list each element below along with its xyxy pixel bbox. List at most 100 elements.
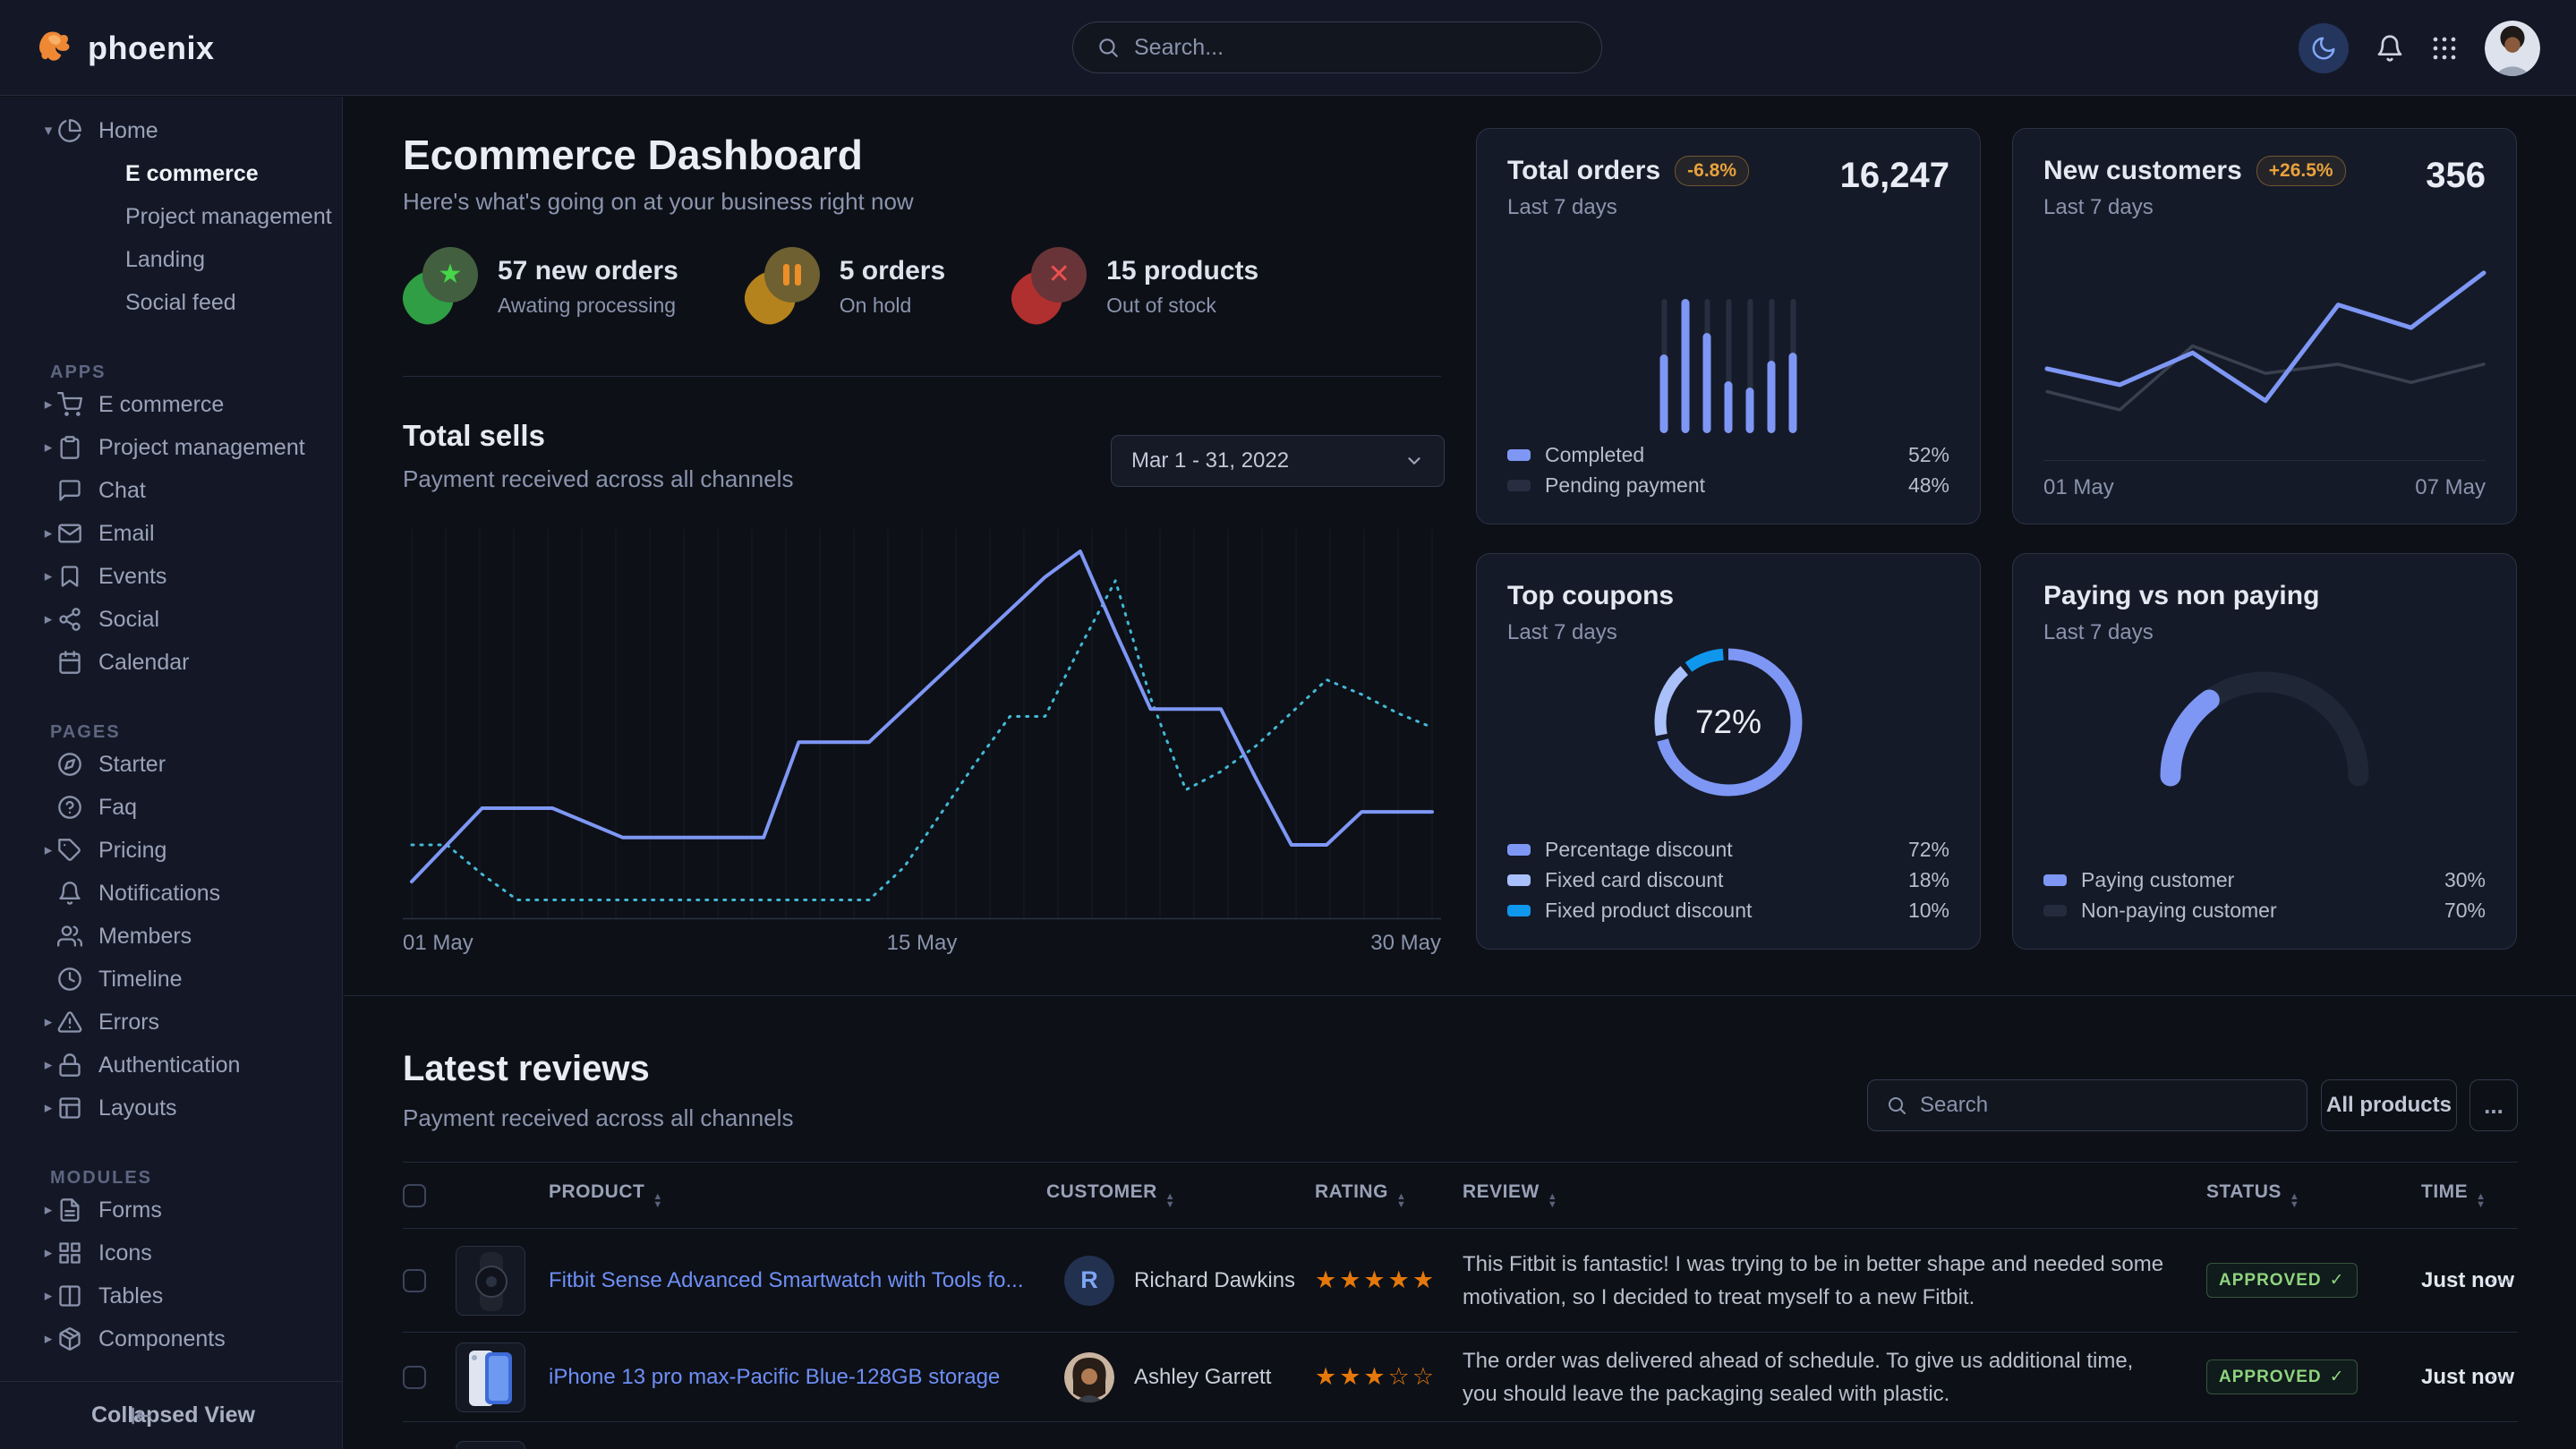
stat-5-orders: 5 orders On hold [745, 247, 945, 326]
sidebar-item-timeline[interactable]: Timeline [0, 958, 342, 1001]
kpi-cards: Total orders -6.8% Last 7 days 16,247 [1476, 128, 2517, 950]
sidebar-item-e-commerce[interactable]: E commerce [0, 152, 342, 195]
sidebar-item-faq[interactable]: Faq [0, 786, 342, 829]
more-options-button[interactable]: ... [2469, 1079, 2518, 1131]
card-title: Top coupons [1507, 581, 1674, 611]
page-title: Ecommerce Dashboard [403, 131, 863, 179]
help-icon [57, 795, 82, 820]
theme-toggle-button[interactable] [2299, 23, 2349, 73]
nav-search-input[interactable] [1134, 35, 1578, 61]
reviews-search[interactable] [1867, 1079, 2307, 1131]
sidebar-item-home[interactable]: ▾ Home [0, 109, 342, 152]
x-label-mid: 15 May [887, 931, 958, 956]
order-bar [1768, 299, 1776, 433]
sidebar-item-social-feed[interactable]: Social feed [0, 281, 342, 324]
row-checkbox[interactable] [403, 1269, 426, 1292]
col-status[interactable]: STATUS▲▼ [2192, 1181, 2400, 1209]
user-avatar[interactable] [2485, 21, 2540, 76]
product-thumbnail[interactable] [456, 1342, 525, 1412]
brand-logo[interactable]: phoenix [34, 0, 215, 96]
col-rating[interactable]: RATING▲▼ [1297, 1181, 1445, 1209]
sidebar-item-notifications[interactable]: Notifications [0, 872, 342, 915]
review-text: The order was delivered ahead of schedul… [1463, 1344, 2165, 1411]
users-icon [57, 924, 82, 949]
cart-icon [57, 392, 82, 417]
product-thumbnail[interactable] [456, 1246, 525, 1316]
legend-item-paying-customer: Paying customer 30% [2043, 865, 2486, 895]
sidebar-item-project-management[interactable]: ▸ Project management [0, 426, 342, 469]
table-row[interactable]: iPhone 13 pro max-Pacific Blue-128GB sto… [403, 1333, 2518, 1422]
sidebar-item-icons[interactable]: ▸ Icons [0, 1232, 342, 1274]
row-checkbox[interactable] [403, 1366, 426, 1389]
reviews-search-input[interactable] [1920, 1093, 2289, 1118]
sidebar-item-email[interactable]: ▸ Email [0, 512, 342, 555]
product-thumbnail[interactable] [456, 1441, 525, 1449]
legend-item-percentage-discount: Percentage discount 72% [1507, 834, 1949, 865]
card-subtitle: Last 7 days [1507, 195, 1749, 220]
table-body: Fitbit Sense Advanced Smartwatch with To… [403, 1229, 2518, 1449]
product-link[interactable]: iPhone 13 pro max-Pacific Blue-128GB sto… [549, 1365, 1000, 1390]
select-all-checkbox[interactable] [403, 1184, 426, 1207]
total-sells-x-labels: 01 May 15 May 30 May [403, 931, 1441, 956]
coupons-donut-chart: 72% [1648, 642, 1809, 803]
paying-legend: Paying customer 30% Non-paying customer … [2043, 865, 2486, 925]
sidebar-item-forms[interactable]: ▸ Forms [0, 1189, 342, 1232]
total-sells-subtitle: Payment received across all channels [403, 465, 793, 493]
sidebar-item-components[interactable]: ▸ Components [0, 1317, 342, 1360]
sidebar-item-calendar[interactable]: Calendar [0, 641, 342, 684]
chat-icon [57, 478, 82, 503]
sidebar-item-project-management[interactable]: Project management [0, 195, 342, 238]
sidebar-item-pricing[interactable]: ▸ Pricing [0, 829, 342, 872]
stat-icon [745, 247, 822, 326]
notifications-button[interactable] [2376, 34, 2404, 63]
sidebar-item-events[interactable]: ▸ Events [0, 555, 342, 598]
status-badge: APPROVED ✓ [2206, 1360, 2358, 1394]
table-row[interactable]: Fitbit Sense Advanced Smartwatch with To… [403, 1229, 2518, 1333]
date-range-select[interactable]: Mar 1 - 31, 2022 [1111, 435, 1445, 487]
calendar-icon [57, 650, 82, 675]
sidebar-item-e-commerce[interactable]: ▸ E commerce [0, 383, 342, 426]
col-review[interactable]: REVIEW▲▼ [1445, 1181, 2192, 1209]
row-menu-dots[interactable]: ⋯ [2489, 1266, 2512, 1294]
col-customer[interactable]: CUSTOMER▲▼ [1046, 1181, 1297, 1209]
clock-icon [57, 967, 82, 992]
order-bar [1682, 299, 1690, 433]
x-icon: ✕ [1048, 261, 1070, 288]
compass-icon [57, 752, 82, 777]
sidebar-item-errors[interactable]: ▸ Errors [0, 1001, 342, 1044]
layout-icon [57, 1095, 82, 1121]
sidebar-nav: ▾ HomeE commerceProject managementLandin… [0, 97, 342, 1360]
x-label-end: 30 May [1370, 931, 1441, 956]
legend-item-completed: Completed 52% [1507, 439, 1949, 470]
sidebar-item-layouts[interactable]: ▸ Layouts [0, 1087, 342, 1129]
rating-stars: ★★★★★ [1315, 1266, 1437, 1294]
sidebar-item-chat[interactable]: Chat [0, 469, 342, 512]
col-product[interactable]: PRODUCT▲▼ [456, 1181, 1046, 1209]
row-menu-dots[interactable]: ⋯ [2489, 1363, 2512, 1391]
sidebar-item-starter[interactable]: Starter [0, 743, 342, 786]
sidebar-item-members[interactable]: Members [0, 915, 342, 958]
product-link[interactable]: Fitbit Sense Advanced Smartwatch with To… [549, 1268, 1023, 1293]
card-subtitle: Last 7 days [2043, 195, 2346, 220]
apps-grid-button[interactable] [2431, 35, 2458, 62]
navbar-actions [2299, 0, 2540, 96]
collapsed-view-toggle[interactable]: Collapsed View [0, 1381, 342, 1449]
sidebar-item-landing[interactable]: Landing [0, 238, 342, 281]
donut-center-value: 72% [1648, 642, 1809, 803]
all-products-button[interactable]: All products [2321, 1079, 2457, 1131]
sidebar-item-social[interactable]: ▸ Social [0, 598, 342, 641]
caret-right-icon: ▸ [39, 841, 57, 859]
sidebar-section-modules: MODULES [0, 1153, 342, 1189]
customer-name: Ashley Garrett [1134, 1365, 1271, 1390]
tag-icon [57, 838, 82, 863]
table-header-row: PRODUCT▲▼ CUSTOMER▲▼ RATING▲▼ REVIEW▲▼ S… [403, 1162, 2518, 1229]
legend-item-fixed-card-discount: Fixed card discount 18% [1507, 865, 1949, 895]
sidebar-item-tables[interactable]: ▸ Tables [0, 1274, 342, 1317]
stats-row: ★ 57 new orders Awating processing 5 ord… [403, 247, 1258, 326]
star-icon: ★ [439, 261, 463, 288]
nav-search[interactable] [1072, 21, 1602, 73]
caret-right-icon: ▸ [39, 524, 57, 542]
col-time[interactable]: TIME▲▼ [2400, 1181, 2518, 1209]
table-row-partial[interactable] [403, 1422, 2518, 1449]
sidebar-item-authentication[interactable]: ▸ Authentication [0, 1044, 342, 1087]
